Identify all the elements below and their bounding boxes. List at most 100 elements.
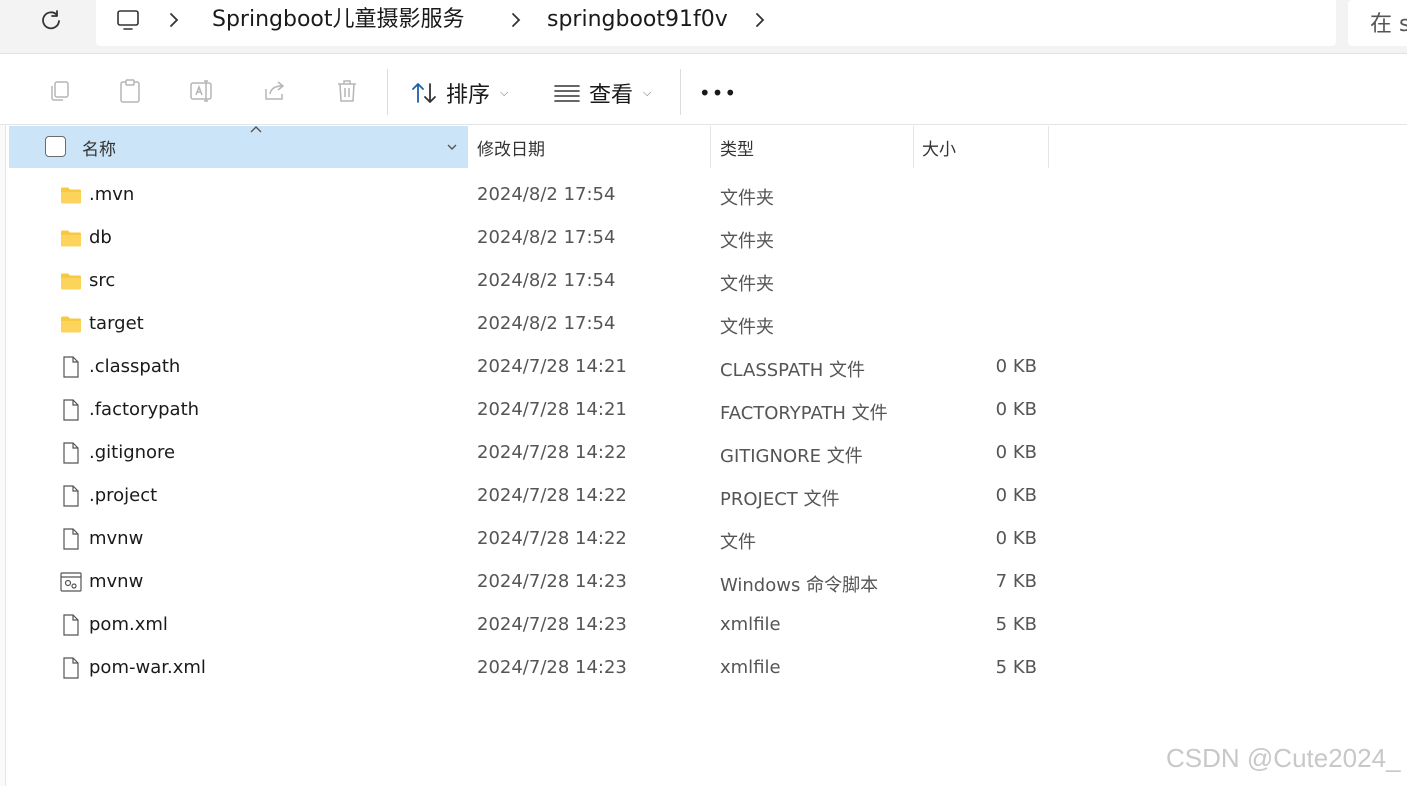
sort-button[interactable]: 排序 ⌵ — [410, 75, 508, 111]
file-modified-date: 2024/8/2 17:54 — [477, 184, 616, 205]
file-modified-date: 2024/8/2 17:54 — [477, 270, 616, 291]
sort-ascending-icon — [250, 126, 262, 133]
file-type: 文件夹 — [720, 231, 774, 252]
file-row[interactable]: .classpath 2024/7/28 14:21 CLASSPATH 文件 0 K… — [9, 346, 1049, 389]
file-row[interactable]: .mvn 2024/8/2 17:54 文件夹 — [9, 174, 1049, 217]
folder-icon — [59, 226, 83, 250]
copy-button[interactable] — [46, 77, 74, 105]
file-modified-date: 2024/7/28 14:22 — [477, 528, 627, 549]
chevron-right-icon[interactable] — [750, 7, 770, 33]
delete-button[interactable] — [333, 77, 361, 105]
trash-icon — [338, 80, 356, 102]
file-name: .project — [89, 485, 158, 506]
column-header-size[interactable]: 大小 — [914, 126, 1049, 168]
chevron-right-icon[interactable] — [506, 7, 526, 33]
computer-icon[interactable] — [114, 6, 142, 34]
file-size: 0 KB — [995, 485, 1037, 506]
file-row[interactable]: target 2024/8/2 17:54 文件夹 — [9, 303, 1049, 346]
column-type-label: 类型 — [720, 139, 754, 160]
copy-icon — [51, 81, 69, 101]
rename-icon — [190, 80, 212, 102]
file-icon — [59, 613, 83, 637]
file-row[interactable]: pom.xml 2024/7/28 14:23 xmlfile 5 KB — [9, 604, 1049, 647]
chevron-right-icon[interactable] — [164, 7, 184, 33]
file-size: 0 KB — [995, 442, 1037, 463]
column-modified-label: 修改日期 — [477, 139, 545, 160]
folder-icon — [59, 269, 83, 293]
file-type: xmlfile — [720, 614, 781, 635]
file-row[interactable]: db 2024/8/2 17:54 文件夹 — [9, 217, 1049, 260]
file-row[interactable]: mvnw 2024/7/28 14:22 文件 0 KB — [9, 518, 1049, 561]
file-type: FACTORYPATH 文件 — [720, 403, 888, 424]
sort-label: 排序 — [446, 83, 491, 108]
file-size: 0 KB — [995, 356, 1037, 377]
file-row[interactable]: .factorypath 2024/7/28 14:21 FACTORYPATH 文… — [9, 389, 1049, 432]
file-name: db — [89, 227, 112, 248]
file-icon — [59, 656, 83, 680]
view-button[interactable]: 查看 ⌵ — [553, 75, 651, 111]
command-divider — [680, 69, 681, 115]
file-name: .classpath — [89, 356, 181, 377]
watermark: CSDN @Cute2024_ — [1166, 743, 1401, 773]
file-icon — [59, 441, 83, 465]
paste-button[interactable] — [116, 77, 144, 105]
chevron-down-icon[interactable] — [445, 140, 459, 154]
column-header-name[interactable]: 名称 — [9, 126, 468, 168]
file-modified-date: 2024/8/2 17:54 — [477, 227, 616, 248]
file-type: 文件 — [720, 532, 756, 553]
file-modified-date: 2024/7/28 14:23 — [477, 571, 627, 592]
file-name: mvnw — [89, 571, 144, 592]
file-row[interactable]: .project 2024/7/28 14:22 PROJECT 文件 0 KB — [9, 475, 1049, 518]
list-view-icon — [554, 85, 580, 102]
breadcrumb-current-folder[interactable]: springboot91f0v — [547, 5, 728, 35]
rename-button[interactable] — [188, 77, 216, 105]
file-row[interactable]: pom-war.xml 2024/7/28 14:23 xmlfile 5 KB — [9, 647, 1049, 690]
file-modified-date: 2024/8/2 17:54 — [477, 313, 616, 334]
breadcrumb-project-folder[interactable]: Springboot儿童摄影服务 — [212, 5, 465, 35]
file-modified-date: 2024/7/28 14:22 — [477, 442, 627, 463]
file-name: .gitignore — [89, 442, 176, 463]
file-size: 7 KB — [995, 571, 1037, 592]
address-box[interactable]: Springboot儿童摄影服务 springboot91f0v — [96, 0, 1336, 46]
more-icon: ••• — [698, 81, 738, 105]
sort-icon — [412, 83, 436, 103]
chevron-down-icon: ⌵ — [500, 86, 509, 99]
file-name: target — [89, 313, 144, 334]
file-name: mvnw — [89, 528, 144, 549]
share-button[interactable] — [261, 77, 289, 105]
column-size-label: 大小 — [922, 139, 956, 160]
address-bar-row: Springboot儿童摄影服务 springboot91f0v 在 s — [0, 0, 1407, 54]
more-options-button[interactable]: ••• — [698, 75, 738, 111]
file-modified-date: 2024/7/28 14:23 — [477, 657, 627, 678]
file-type: 文件夹 — [720, 317, 774, 338]
file-row[interactable]: .gitignore 2024/7/28 14:22 GITIGNORE 文件 0 K… — [9, 432, 1049, 475]
command-divider — [387, 69, 388, 115]
search-input[interactable]: 在 s — [1348, 0, 1407, 46]
file-icon — [59, 527, 83, 551]
file-modified-date: 2024/7/28 14:21 — [477, 356, 627, 377]
command-bar: 排序 ⌵ 查看 ⌵ ••• — [0, 55, 1407, 125]
refresh-button[interactable] — [30, 4, 72, 36]
file-size: 5 KB — [995, 657, 1037, 678]
file-modified-date: 2024/7/28 14:23 — [477, 614, 627, 635]
folder-icon — [59, 312, 83, 336]
file-icon — [59, 398, 83, 422]
column-header-type[interactable]: 类型 — [711, 126, 914, 168]
file-row[interactable]: src 2024/8/2 17:54 文件夹 — [9, 260, 1049, 303]
file-type: GITIGNORE 文件 — [720, 446, 863, 467]
share-icon — [265, 81, 285, 100]
file-name: .mvn — [89, 184, 135, 205]
file-type: 文件夹 — [720, 188, 774, 209]
file-modified-date: 2024/7/28 14:21 — [477, 399, 627, 420]
file-size: 5 KB — [995, 614, 1037, 635]
navigation-pane-edge[interactable] — [0, 125, 6, 786]
file-name: .factorypath — [89, 399, 200, 420]
select-all-checkbox[interactable] — [45, 136, 66, 157]
file-row[interactable]: mvnw 2024/7/28 14:23 Windows 命令脚本 7 KB — [9, 561, 1049, 604]
column-header-modified[interactable]: 修改日期 — [468, 126, 711, 168]
file-name: src — [89, 270, 116, 291]
file-icon — [59, 484, 83, 508]
file-size: 0 KB — [995, 399, 1037, 420]
file-modified-date: 2024/7/28 14:22 — [477, 485, 627, 506]
chevron-down-icon: ⌵ — [643, 86, 652, 99]
